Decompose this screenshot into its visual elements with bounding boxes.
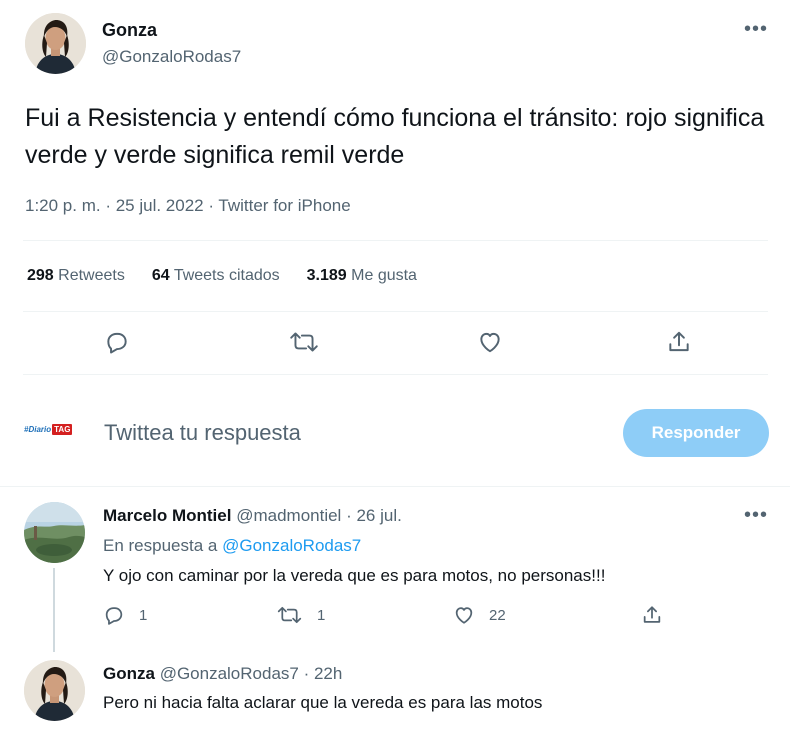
like-icon[interactable] <box>477 329 503 355</box>
share-icon[interactable] <box>666 329 692 355</box>
reply-icon <box>103 604 125 626</box>
tweet-actions <box>0 329 790 359</box>
reply-time[interactable]: · 22h <box>304 664 343 683</box>
reply-author-name[interactable]: Gonza <box>103 664 155 683</box>
retweet-icon <box>276 604 303 626</box>
stat-retweets[interactable]: 298 Retweets <box>27 267 125 285</box>
divider <box>23 240 768 241</box>
divider <box>23 311 768 312</box>
tweet-stats: 298 Retweets 64 Tweets citados 3.189 Me … <box>27 267 417 285</box>
retweet-count: 1 <box>317 606 326 624</box>
share-icon[interactable] <box>641 604 663 626</box>
tweet-meta[interactable]: 1:20 p. m. · 25 jul. 2022 · Twitter for … <box>25 196 351 216</box>
reply-header: Marcelo Montiel @madmontiel · 26 jul. <box>103 506 402 526</box>
reply-author-avatar[interactable] <box>24 660 85 721</box>
reply-author-handle[interactable]: @madmontiel <box>236 506 341 525</box>
reply-actions: 1 1 22 <box>0 604 790 634</box>
author-handle[interactable]: @GonzaloRodas7 <box>102 47 241 67</box>
reply-reply-button[interactable]: 1 <box>103 604 147 626</box>
reply-icon[interactable] <box>104 329 130 355</box>
account-avatar-logo[interactable]: #Diario TAG <box>24 422 80 436</box>
divider <box>23 374 768 375</box>
like-icon <box>453 604 475 626</box>
reply-button[interactable]: Responder <box>623 409 769 457</box>
like-count: 22 <box>489 606 506 624</box>
author-name[interactable]: Gonza <box>102 20 157 41</box>
reply-author-avatar[interactable] <box>24 502 85 563</box>
reply-author-name[interactable]: Marcelo Montiel <box>103 506 231 525</box>
reply-retweet-button[interactable]: 1 <box>276 604 325 626</box>
retweet-icon[interactable] <box>288 329 320 355</box>
reply-input[interactable]: Twittea tu respuesta <box>104 420 301 446</box>
tweet-text: Fui a Resistencia y entendí cómo funcion… <box>25 104 765 169</box>
divider <box>0 486 790 487</box>
stat-likes[interactable]: 3.189 Me gusta <box>307 267 417 285</box>
reply-like-button[interactable]: 22 <box>453 604 506 626</box>
more-options-icon[interactable]: ••• <box>744 19 768 39</box>
reply-time[interactable]: · 26 jul. <box>346 506 402 525</box>
reply-text: Pero ni hacia falta aclarar que la vered… <box>103 693 543 712</box>
reply-text: Y ojo con caminar por la vereda que es p… <box>103 566 606 585</box>
reply-author-handle[interactable]: @GonzaloRodas7 <box>160 664 299 683</box>
author-avatar[interactable] <box>25 13 86 74</box>
replying-to-link[interactable]: @GonzaloRodas7 <box>222 536 361 555</box>
replying-to: En respuesta a @GonzaloRodas7 <box>103 536 362 555</box>
reply-count: 1 <box>139 606 148 624</box>
stat-quote-tweets[interactable]: 64 Tweets citados <box>152 267 280 285</box>
reply-header: Gonza @GonzaloRodas7 · 22h <box>103 664 342 684</box>
more-options-icon[interactable]: ••• <box>744 505 768 525</box>
